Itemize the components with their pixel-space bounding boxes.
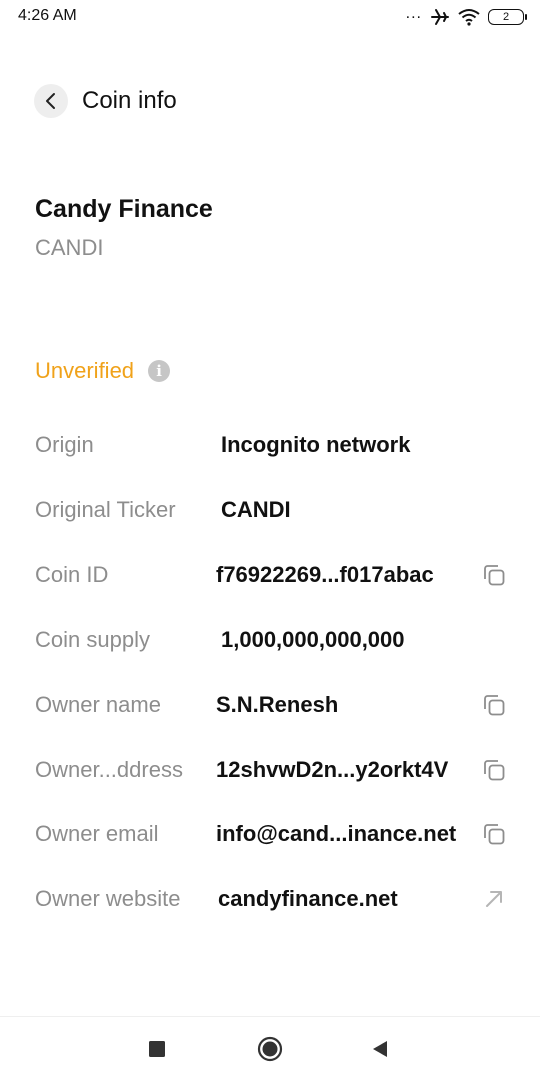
detail-row-coin-supply: Coin supply 1,000,000,000,000 (0, 621, 540, 661)
home-circle-icon[interactable] (256, 1035, 284, 1063)
detail-row-owner-website: Owner website candyfinance.net (0, 880, 540, 920)
copy-icon[interactable] (481, 821, 507, 847)
detail-row-original-ticker: Original Ticker CANDI (0, 491, 540, 531)
detail-value: CANDI (221, 497, 291, 522)
wifi-icon (458, 8, 480, 26)
verification-status: Unverified (35, 358, 135, 383)
copy-icon[interactable] (481, 562, 507, 588)
back-triangle-icon[interactable] (366, 1035, 394, 1063)
verification-row: Unverified i (35, 358, 171, 384)
status-time: 4:26 AM (18, 7, 77, 24)
chevron-left-icon (44, 92, 58, 110)
detail-label: Origin (35, 432, 94, 457)
coin-name: Candy Finance (35, 195, 213, 223)
detail-row-owner-email: Owner email info@cand...inance.net (0, 815, 540, 855)
detail-row-coin-id: Coin ID f76922269...f017abac (0, 556, 540, 596)
coin-info-screen: 4:26 AM ... 2 Coin info Candy Finance CA… (0, 0, 540, 1080)
status-bar: 4:26 AM ... 2 (0, 0, 540, 34)
recents-square-icon[interactable] (143, 1035, 171, 1063)
detail-label: Owner email (35, 821, 159, 846)
open-link-icon[interactable] (481, 886, 507, 912)
detail-row-origin: Origin Incognito network (0, 426, 540, 466)
page-title: Coin info (82, 87, 177, 114)
battery-icon: 2 (488, 9, 527, 25)
detail-label: Owner...ddress (35, 757, 183, 782)
system-nav-bar (0, 1016, 540, 1080)
copy-icon[interactable] (481, 692, 507, 718)
detail-label: Original Ticker (35, 497, 176, 522)
detail-label: Owner name (35, 692, 161, 717)
copy-icon[interactable] (481, 757, 507, 783)
back-button[interactable] (34, 84, 68, 118)
detail-label: Coin supply (35, 627, 150, 652)
detail-value: info@cand...inance.net (216, 821, 457, 846)
detail-value: S.N.Renesh (216, 692, 339, 717)
detail-label: Owner website (35, 886, 181, 911)
battery-level: 2 (502, 11, 510, 23)
detail-value: 12shvwD2n...y2orkt4V (216, 757, 449, 782)
status-icons: ... 2 (405, 5, 527, 28)
coin-ticker: CANDI (35, 235, 104, 260)
detail-row-owner-name: Owner name S.N.Renesh (0, 686, 540, 726)
detail-row-owner-address: Owner...ddress 12shvwD2n...y2orkt4V (0, 751, 540, 791)
detail-value: Incognito network (221, 432, 411, 457)
detail-value: 1,000,000,000,000 (221, 627, 405, 652)
owner-website-link[interactable]: candyfinance.net (218, 886, 476, 912)
airplane-icon (430, 8, 450, 26)
info-icon[interactable]: i (148, 360, 171, 382)
detail-label: Coin ID (35, 562, 109, 587)
detail-value: f76922269...f017abac (216, 562, 434, 587)
notification-dots: ... (405, 5, 422, 22)
